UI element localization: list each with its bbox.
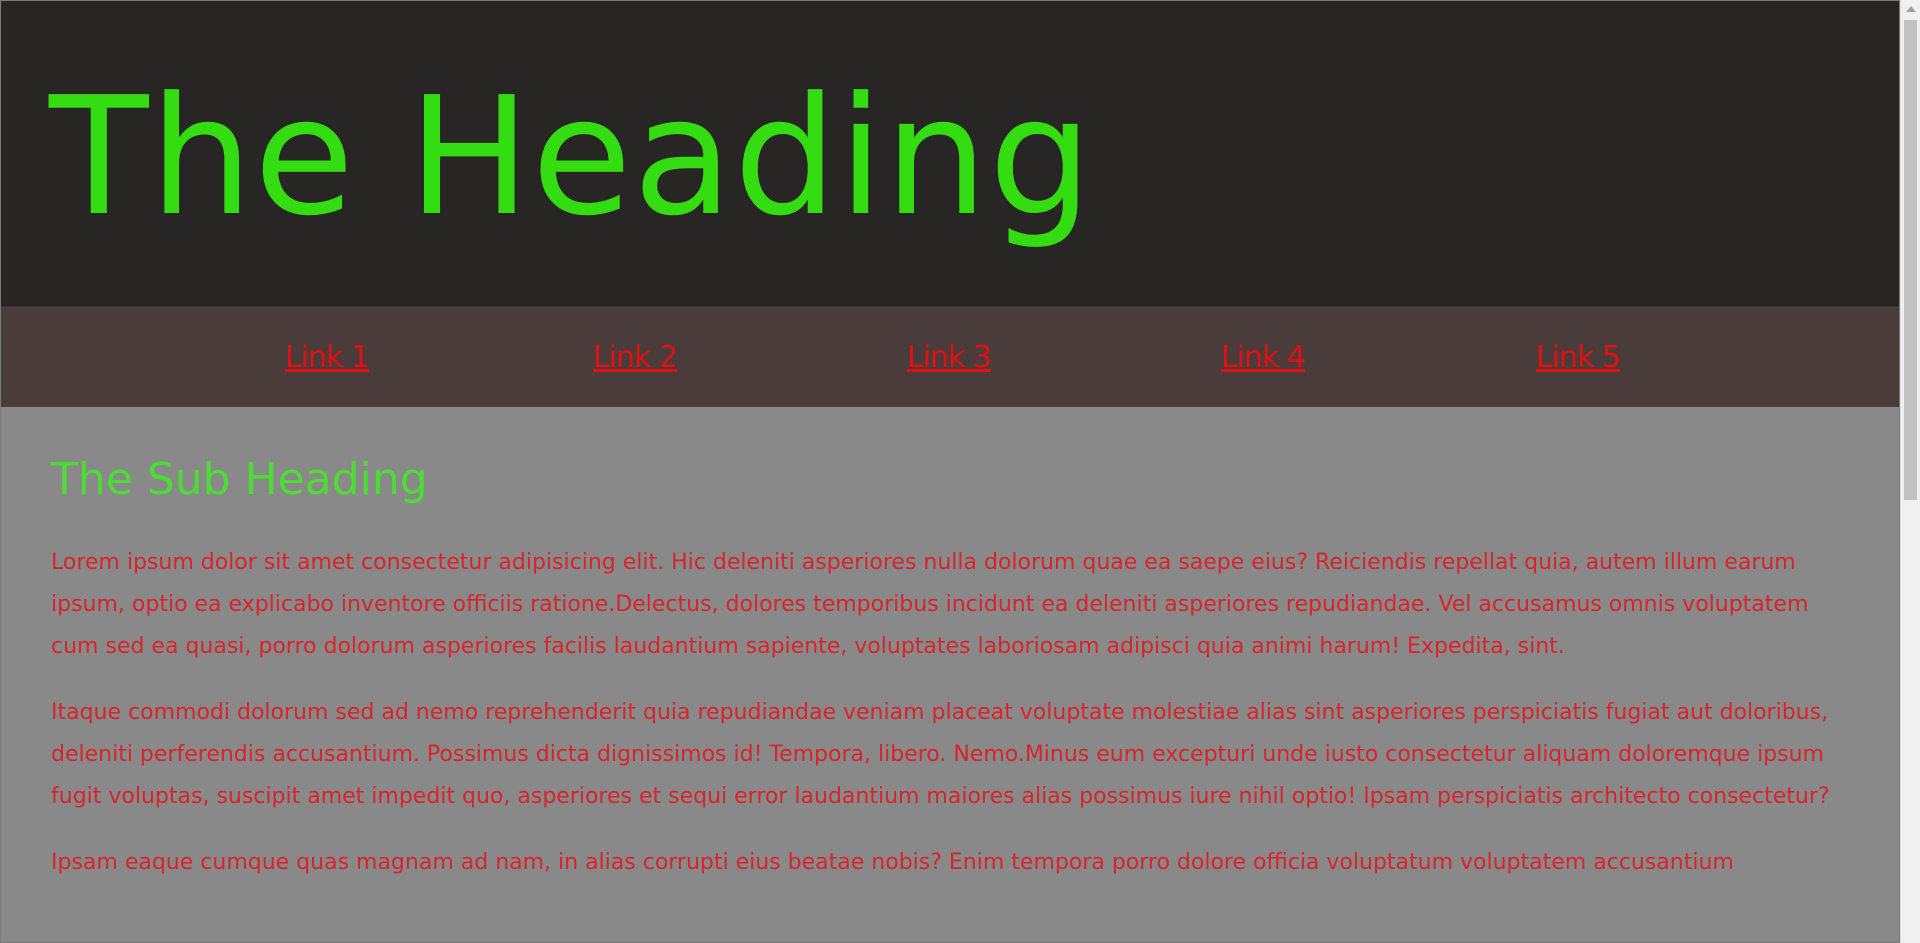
- page-header: The Heading: [1, 1, 1899, 306]
- paragraph-1: Lorem ipsum dolor sit amet consectetur a…: [51, 550, 1809, 659]
- nav-link-2[interactable]: Link 2: [593, 340, 678, 376]
- paragraph-3: Ipsam eaque cumque quas magnam ad nam, i…: [51, 850, 1734, 875]
- page-title: The Heading: [49, 63, 1094, 252]
- page: The Heading Link 1 Link 2 Link 3 Link 4 …: [0, 0, 1900, 943]
- nav-link-3[interactable]: Link 3: [907, 340, 992, 376]
- sub-heading: The Sub Heading: [51, 454, 428, 505]
- nav-link-1[interactable]: Link 1: [285, 340, 370, 376]
- scroll-up-arrow-icon[interactable]: [1906, 6, 1916, 12]
- nav-bar: Link 1 Link 2 Link 3 Link 4 Link 5: [1, 306, 1899, 407]
- nav-link-4[interactable]: Link 4: [1221, 340, 1306, 376]
- main-content: The Sub Heading Lorem ipsum dolor sit am…: [1, 407, 1899, 942]
- nav-link-5[interactable]: Link 5: [1536, 340, 1621, 376]
- scrollbar-thumb[interactable]: [1904, 20, 1917, 500]
- paragraph-2: Itaque commodi dolorum sed ad nemo repre…: [51, 700, 1830, 809]
- vertical-scrollbar[interactable]: [1900, 0, 1920, 943]
